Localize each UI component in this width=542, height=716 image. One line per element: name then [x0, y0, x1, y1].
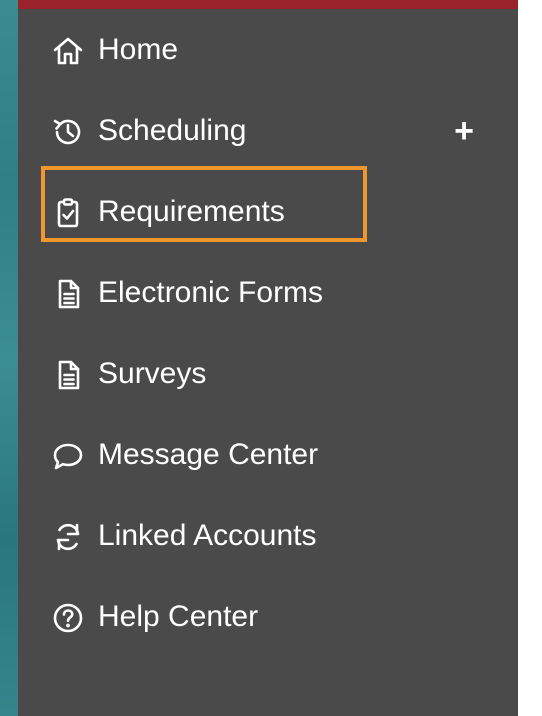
- top-accent-bar: [18, 0, 518, 9]
- sidebar-menu: Home Scheduling + Requirements Electroni…: [18, 0, 518, 716]
- menu-item-label: Message Center: [98, 438, 319, 471]
- background-strip: [0, 0, 18, 716]
- menu-item-linked-accounts[interactable]: Linked Accounts: [18, 506, 518, 566]
- document-icon: [52, 278, 84, 310]
- menu-item-home[interactable]: Home: [18, 20, 518, 80]
- menu-item-label: Linked Accounts: [98, 519, 317, 552]
- question-circle-icon: [52, 602, 84, 634]
- menu-item-electronic-forms[interactable]: Electronic Forms: [18, 263, 518, 323]
- menu-item-label: Home: [98, 33, 179, 66]
- menu-item-help-center[interactable]: Help Center: [18, 587, 518, 647]
- expand-button[interactable]: +: [450, 113, 478, 149]
- menu-item-surveys[interactable]: Surveys: [18, 344, 518, 404]
- sync-icon: [52, 521, 84, 553]
- menu-item-label: Surveys: [98, 357, 207, 390]
- menu-item-label: Help Center: [98, 600, 259, 633]
- home-icon: [52, 35, 84, 67]
- chat-bubble-icon: [52, 440, 84, 472]
- menu-item-message-center[interactable]: Message Center: [18, 425, 518, 485]
- menu-item-requirements[interactable]: Requirements: [18, 182, 518, 242]
- menu-item-label: Electronic Forms: [98, 276, 324, 309]
- menu-item-scheduling[interactable]: Scheduling +: [18, 101, 518, 161]
- menu-item-label: Requirements: [98, 195, 285, 228]
- clipboard-check-icon: [52, 197, 84, 229]
- history-icon: [52, 116, 84, 148]
- menu-item-label: Scheduling: [98, 114, 247, 147]
- document-icon: [52, 359, 84, 391]
